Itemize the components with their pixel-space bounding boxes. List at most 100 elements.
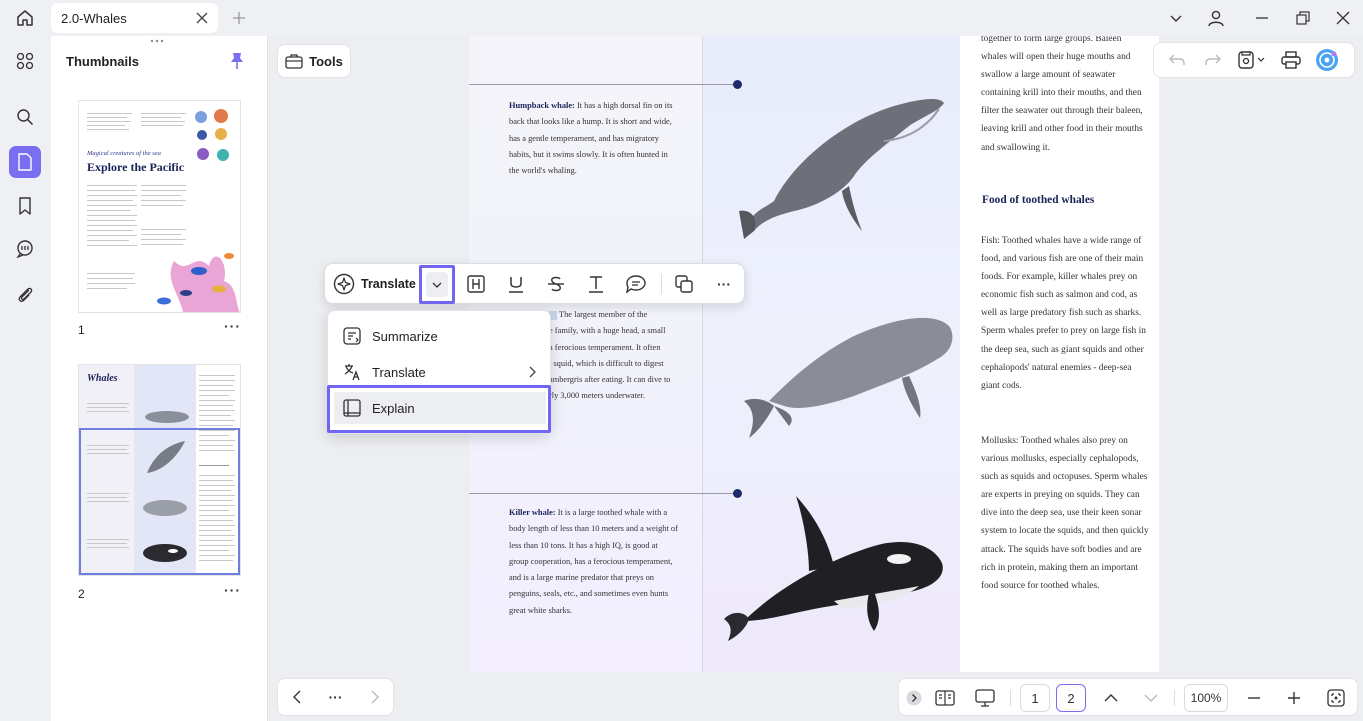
menu-item-summarize-label: Summarize: [372, 328, 438, 344]
thumbnail-1-subtitle: Magical creatures of the sea: [87, 150, 161, 157]
print-icon[interactable]: [1276, 46, 1306, 74]
ai-assistant-icon[interactable]: [1312, 46, 1342, 74]
killer-whale-name: Killer whale:: [509, 508, 556, 517]
zoom-in-icon[interactable]: [1283, 684, 1305, 712]
thumbnails-panel: Thumbnails Magical creatures of the sea …: [51, 36, 268, 721]
humpback-whale-paragraph: Humpback whale: It has a high dorsal fin…: [509, 98, 679, 179]
killer-whale-paragraph: Killer whale: It is a large toothed whal…: [509, 505, 679, 619]
redo-icon[interactable]: [1198, 46, 1228, 74]
comments-icon[interactable]: [9, 233, 41, 265]
document-actions-toolbar: [1153, 42, 1355, 78]
sperm-whale-line-4: t squid, which is difficult to digest: [549, 358, 664, 368]
home-icon[interactable]: [8, 3, 42, 33]
menu-item-summarize[interactable]: Summarize: [334, 320, 546, 352]
close-window-icon[interactable]: [1326, 3, 1360, 33]
sperm-whale-line-2: e family, with a huge head, a small: [549, 326, 666, 336]
sperm-whale-image: [744, 317, 953, 438]
humpback-whale-text: It has a high dorsal fin on its back tha…: [509, 101, 673, 176]
left-rail: [0, 36, 50, 721]
killer-whale-image: [724, 496, 943, 641]
translate-icon: [342, 362, 362, 382]
thumbnail-2-number: 2: [78, 587, 85, 601]
underline-icon[interactable]: [503, 272, 529, 296]
explain-highlight-outline: [327, 385, 551, 433]
chevron-down-icon[interactable]: [1159, 3, 1193, 33]
more-pages-label[interactable]: ···: [329, 689, 343, 705]
pin-icon[interactable]: [229, 52, 245, 70]
page-thumbnail-1[interactable]: Magical creatures of the sea Explore the…: [78, 100, 241, 313]
food-heading: Food of toothed whales: [982, 194, 1095, 206]
close-tab-icon[interactable]: [196, 12, 208, 24]
attachment-icon[interactable]: [9, 278, 41, 310]
tools-button[interactable]: Tools: [277, 44, 351, 78]
text-selection-toolbar: Translate ···: [324, 263, 745, 304]
more-options-icon[interactable]: ···: [711, 272, 737, 296]
save-icon[interactable]: [1234, 46, 1270, 74]
page-down-icon[interactable]: [1140, 684, 1162, 712]
view-controls-bar: 1 2 100%: [898, 678, 1358, 716]
menu-item-translate[interactable]: Translate: [334, 356, 546, 388]
thumbnails-icon[interactable]: [9, 146, 41, 178]
zoom-level-field[interactable]: 100%: [1184, 684, 1228, 712]
page-1-button[interactable]: 1: [1020, 684, 1050, 712]
thumbnail-1-title: Explore the Pacific: [87, 160, 185, 174]
killer-whale-text: It is a large toothed whale with a body …: [509, 508, 678, 615]
thumbnail-2-title: Whales: [87, 373, 118, 384]
organize-pages-icon[interactable]: [9, 45, 41, 77]
mollusks-food-paragraph: Mollusks: Toothed whales also prey on va…: [981, 436, 1149, 591]
ai-options-dropdown[interactable]: [419, 265, 455, 304]
page-2-button[interactable]: 2: [1056, 684, 1086, 712]
page-layout-icon[interactable]: [932, 684, 958, 712]
undo-icon[interactable]: [1162, 46, 1192, 74]
thumbnails-title: Thumbnails: [66, 54, 139, 69]
new-tab-icon[interactable]: [222, 3, 256, 33]
minimize-icon[interactable]: [1245, 3, 1279, 33]
highlight-icon[interactable]: [463, 272, 489, 296]
fit-page-icon[interactable]: [1323, 684, 1349, 712]
sperm-whale-line-5: ambergris after eating. It can dive to: [549, 375, 671, 385]
tools-label: Tools: [309, 53, 343, 69]
thumbnail-viewport-indicator: [79, 428, 240, 575]
bookmark-icon[interactable]: [9, 190, 41, 222]
chevron-right-icon: [528, 366, 536, 378]
presentation-icon[interactable]: [972, 684, 998, 712]
thumbnail-2-more-icon[interactable]: ···: [224, 582, 241, 598]
collapse-toolbar-icon[interactable]: [904, 684, 924, 712]
translate-button[interactable]: Translate: [333, 270, 416, 298]
document-page: Humpback whale: It has a high dorsal fin…: [469, 36, 1159, 672]
sperm-whale-line-3: a ferocious temperament. It often: [549, 342, 661, 352]
previous-page-icon[interactable]: [292, 690, 302, 704]
ai-sparkle-icon: [333, 273, 355, 295]
restore-window-icon[interactable]: [1286, 3, 1320, 33]
strikethrough-icon[interactable]: [543, 272, 569, 296]
page-navigation-bar: ···: [277, 678, 394, 716]
translate-label: Translate: [361, 277, 416, 291]
toolbox-icon: [285, 53, 303, 69]
fish-food-paragraph: Fish: Toothed whales have a wide range o…: [981, 236, 1146, 391]
user-account-icon[interactable]: [1199, 3, 1233, 33]
page-thumbnail-2[interactable]: Whales: [78, 364, 241, 576]
summarize-icon: [342, 326, 362, 346]
coral-illustration: [195, 109, 229, 161]
text-box-icon[interactable]: [583, 272, 609, 296]
document-tab[interactable]: 2.0-Whales: [51, 3, 218, 33]
thumbnail-1-number: 1: [78, 323, 85, 337]
panel-drag-handle[interactable]: [149, 39, 169, 43]
title-bar: 2.0-Whales: [0, 0, 1363, 36]
chevron-down-icon: [426, 272, 448, 297]
menu-item-translate-label: Translate: [372, 364, 426, 380]
zoom-out-icon[interactable]: [1243, 684, 1265, 712]
page-up-icon[interactable]: [1100, 684, 1122, 712]
reef-illustration: [157, 253, 240, 312]
sperm-whale-line-1: The largest member of the: [549, 307, 684, 323]
copy-icon[interactable]: [671, 272, 697, 296]
baleen-feeding-paragraph: together to form large groups. Baleen wh…: [981, 36, 1143, 153]
sperm-whale-paragraph: The largest member of the e family, with…: [549, 307, 684, 405]
next-page-icon[interactable]: [370, 690, 380, 704]
humpback-whale-image: [739, 99, 944, 239]
document-tab-title: 2.0-Whales: [61, 10, 127, 26]
search-icon[interactable]: [9, 101, 41, 133]
comment-icon[interactable]: [623, 272, 649, 296]
thumbnail-1-more-icon[interactable]: ···: [224, 318, 241, 334]
sperm-whale-line-6: rly 3,000 meters underwater.: [549, 391, 646, 401]
